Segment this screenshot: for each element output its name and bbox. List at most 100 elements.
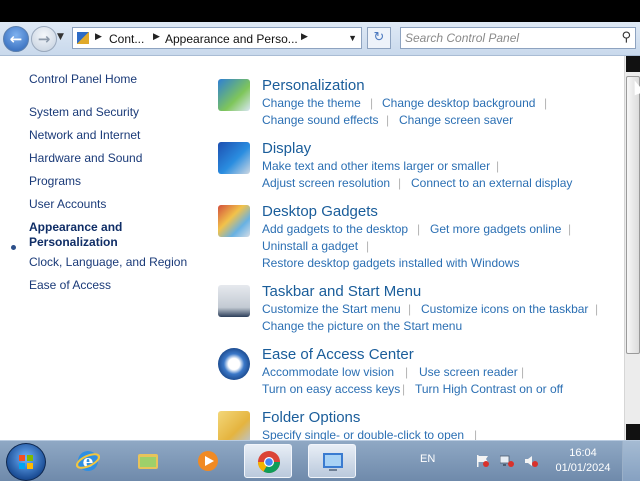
back-button[interactable]: ← <box>3 26 29 52</box>
current-section-bullet-icon <box>11 245 16 250</box>
refresh-icon: ↻ <box>373 30 385 45</box>
clock-time: 16:04 <box>569 447 597 459</box>
search-box[interactable]: ⚲ <box>400 27 636 49</box>
volume-muted-icon[interactable] <box>524 455 538 467</box>
category-title[interactable]: Personalization <box>262 77 365 94</box>
category-title[interactable]: Ease of Access Center <box>262 346 414 363</box>
link-separator: | <box>402 382 406 396</box>
breadcrumb-separator-icon[interactable]: ▶ <box>153 31 160 42</box>
forward-arrow-icon: → <box>37 30 51 48</box>
control-panel-window: ← → ▼ ▶ Cont... ▶ Appearance and Perso..… <box>0 22 640 440</box>
scroll-up-button[interactable] <box>626 56 640 72</box>
category-link[interactable]: Restore desktop gadgets installed with W… <box>262 256 519 270</box>
personalization-icon[interactable] <box>218 79 250 111</box>
link-separator: | <box>544 96 548 110</box>
action-center-flag-icon[interactable] <box>476 455 490 467</box>
link-separator: | <box>568 222 572 236</box>
sidebar-item-hardware-sound[interactable]: Hardware and Sound <box>29 151 194 166</box>
system-clock[interactable]: 16:04 01/01/2024 <box>552 446 614 476</box>
category-link[interactable]: Accommodate low vision <box>262 365 394 379</box>
category-title[interactable]: Desktop Gadgets <box>262 203 378 220</box>
windows-logo-icon <box>19 455 33 469</box>
category-link[interactable]: Customize icons on the taskbar <box>421 302 588 316</box>
category-link[interactable]: Turn on easy access keys <box>262 382 400 396</box>
file-explorer-icon <box>138 454 158 469</box>
navigation-bar: ← → ▼ ▶ Cont... ▶ Appearance and Perso..… <box>0 22 640 56</box>
category-link[interactable]: Change the theme <box>262 96 361 110</box>
link-separator: | <box>521 365 525 379</box>
sidebar-item-label-line2: Personalization <box>29 235 118 249</box>
category-link[interactable]: Change sound effects <box>262 113 379 127</box>
category-link[interactable]: Customize the Start menu <box>262 302 401 316</box>
sidebar: Control Panel Home System and Security N… <box>0 56 200 440</box>
category-link[interactable]: Change screen saver <box>399 113 513 127</box>
category-link[interactable]: Turn High Contrast on or off <box>415 382 563 396</box>
category-title[interactable]: Taskbar and Start Menu <box>262 283 421 300</box>
breadcrumb-appearance[interactable]: Appearance and Perso... <box>165 32 298 46</box>
category-link[interactable]: Specify single- or double-click to open <box>262 428 464 440</box>
refresh-button[interactable]: ↻ <box>367 27 391 49</box>
category-link[interactable]: Uninstall a gadget <box>262 239 358 253</box>
control-panel-icon <box>323 453 343 471</box>
display-icon[interactable] <box>218 142 250 174</box>
taskbar-app-chrome[interactable] <box>244 444 292 478</box>
address-bar[interactable]: ▶ Cont... ▶ Appearance and Perso... ▶ ▼ <box>72 27 362 49</box>
category-link[interactable]: Connect to an external display <box>411 176 572 190</box>
sidebar-item-programs[interactable]: Programs <box>29 174 194 189</box>
address-dropdown-icon[interactable]: ▼ <box>348 33 357 43</box>
link-separator: | <box>408 302 412 316</box>
category-link[interactable]: Add gadgets to the desktop <box>262 222 408 236</box>
breadcrumb-separator-icon[interactable]: ▶ <box>95 31 102 42</box>
link-separator: | <box>386 113 390 127</box>
sidebar-item-appearance-personalization[interactable]: Appearance and Personalization <box>29 220 194 250</box>
link-separator: | <box>366 239 370 253</box>
clock-date: 01/01/2024 <box>555 462 611 474</box>
category-link[interactable]: Make text and other items larger or smal… <box>262 159 490 173</box>
link-separator: | <box>595 302 599 316</box>
recent-pages-dropdown[interactable]: ▼ <box>57 32 64 42</box>
internet-explorer-icon: e <box>76 451 100 472</box>
category-link[interactable]: Get more gadgets online <box>430 222 561 236</box>
main-content: Personalization Change the theme | Chang… <box>210 56 624 440</box>
category-title[interactable]: Display <box>262 140 311 157</box>
sidebar-item-ease-of-access[interactable]: Ease of Access <box>29 278 194 293</box>
sidebar-item-label-line1: Appearance and <box>29 220 123 234</box>
taskbar-app-control-panel[interactable] <box>308 444 356 478</box>
media-player-icon <box>198 451 218 471</box>
category-link[interactable]: Use screen reader <box>419 365 518 379</box>
link-separator: | <box>496 159 500 173</box>
show-desktop-button[interactable] <box>622 441 640 481</box>
sidebar-item-system-security[interactable]: System and Security <box>29 105 194 120</box>
search-input[interactable] <box>405 30 605 46</box>
sidebar-item-control-panel-home[interactable]: Control Panel Home <box>29 72 194 87</box>
vertical-scrollbar[interactable] <box>624 56 640 440</box>
sidebar-item-clock-language-region[interactable]: Clock, Language, and Region <box>29 255 194 270</box>
desktop-gadgets-icon[interactable] <box>218 205 250 237</box>
start-button[interactable] <box>6 443 46 481</box>
category-link[interactable]: Adjust screen resolution <box>262 176 390 190</box>
link-separator: | <box>398 176 402 190</box>
language-indicator[interactable]: EN <box>420 453 435 465</box>
taskbar-icon[interactable] <box>218 285 250 317</box>
scroll-down-button[interactable] <box>626 424 640 440</box>
search-icon[interactable]: ⚲ <box>621 30 631 45</box>
category-title[interactable]: Folder Options <box>262 409 360 426</box>
sidebar-item-user-accounts[interactable]: User Accounts <box>29 197 194 212</box>
network-icon[interactable] <box>500 455 514 467</box>
chrome-icon <box>258 451 280 473</box>
breadcrumb-separator-icon[interactable]: ▶ <box>301 31 308 42</box>
link-separator: | <box>405 365 409 379</box>
forward-button[interactable]: → <box>31 26 57 52</box>
category-link[interactable]: Change desktop background <box>382 96 535 110</box>
category-link[interactable]: Change the picture on the Start menu <box>262 319 462 333</box>
control-panel-icon <box>77 32 89 44</box>
taskbar-app-media-player[interactable] <box>184 444 232 478</box>
scrollbar-thumb[interactable] <box>626 76 640 354</box>
taskbar-app-file-explorer[interactable] <box>124 444 172 478</box>
breadcrumb-control-panel[interactable]: Cont... <box>109 32 144 46</box>
ease-of-access-icon[interactable] <box>218 348 250 380</box>
folder-options-icon[interactable] <box>218 411 250 440</box>
taskbar-app-internet-explorer[interactable]: e <box>64 444 112 478</box>
taskbar: e EN 16:04 01/01/2024 <box>0 440 640 481</box>
sidebar-item-network-internet[interactable]: Network and Internet <box>29 128 194 143</box>
